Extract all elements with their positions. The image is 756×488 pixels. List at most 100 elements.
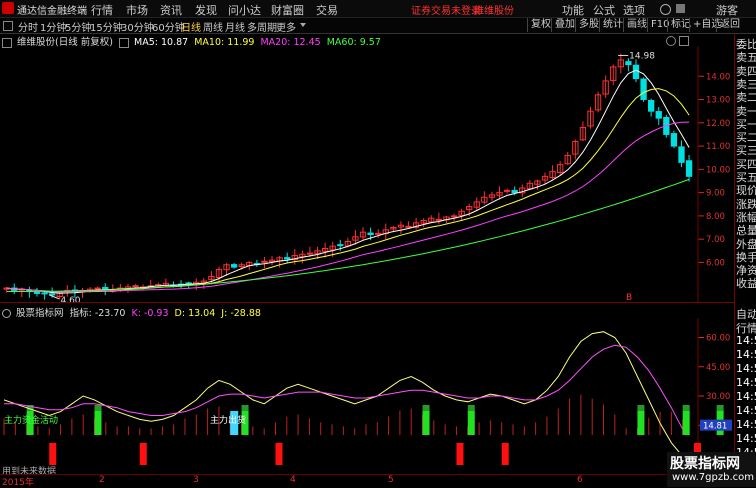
back-button[interactable]: 返回 <box>716 18 743 32</box>
buy-signal-bar <box>94 411 102 435</box>
candle <box>132 285 139 288</box>
app-logo-icon <box>2 2 14 14</box>
menu-shichang[interactable]: 市场 <box>126 2 148 18</box>
tab-15min[interactable]: 15分钟 <box>90 19 123 34</box>
x-tick: 2015年 <box>2 478 34 488</box>
tab-multi[interactable]: 多周期 <box>247 19 277 34</box>
y-tick-label: 10.00 <box>706 165 730 175</box>
y-tick-label: 30.00 <box>706 392 730 402</box>
tab-30min[interactable]: 30分钟 <box>121 19 154 34</box>
watermark-url: www.7gpzb.com <box>672 472 754 483</box>
tab-monthly[interactable]: 月线 <box>225 19 245 34</box>
x-tick: 6 <box>577 475 583 485</box>
app-title: 通达信金融终端 <box>17 6 87 17</box>
candle <box>655 111 662 119</box>
candle <box>102 286 109 290</box>
signal-tag <box>716 405 724 411</box>
tab-60min[interactable]: 60分钟 <box>152 19 185 34</box>
y-tick-label: 8.00 <box>706 212 725 222</box>
candle <box>435 218 443 221</box>
tab-weekly[interactable]: 周线 <box>203 19 223 34</box>
buy-signal-bar <box>682 411 690 435</box>
y-tick-label: 11.00 <box>706 142 730 152</box>
candle <box>367 232 374 236</box>
tab-more[interactable]: 更多 <box>276 19 296 34</box>
candlestick-chart[interactable]: 14.00 13.00 12.00 11.00 10.00 9.00 8.00 7.00 6.0… <box>0 46 734 302</box>
indicator-toggle-icon[interactable] <box>2 309 11 318</box>
candle <box>306 252 314 255</box>
tab-daily[interactable]: 日线 <box>181 19 201 34</box>
user-icon[interactable] <box>660 4 671 15</box>
quote-field-18[interactable]: 收益 <box>736 275 756 291</box>
chart-option-icon[interactable] <box>666 36 676 46</box>
menu-caifuquan[interactable]: 财富圈 <box>271 2 304 18</box>
candle <box>625 61 632 66</box>
sell-signal-bar <box>49 443 57 465</box>
candle <box>640 78 647 101</box>
ma20-line <box>6 121 690 293</box>
indicator-side-item-2[interactable]: 14:5 <box>736 334 756 347</box>
ma-legend: 维维股份(日线 前复权) MA5: 10.87 MA10: 11.99 MA20… <box>0 34 381 48</box>
x-tick: 4 <box>290 475 296 485</box>
buy-signal-bar <box>637 411 645 435</box>
signal-label-b: 主力出货 <box>210 414 246 426</box>
indicator-side-item-9[interactable]: 14:5 <box>736 432 756 445</box>
tongji-button[interactable]: 统计 <box>599 18 626 32</box>
menu-gongshi[interactable]: 公式 <box>593 2 615 18</box>
menu-faxian[interactable]: 发现 <box>195 2 217 18</box>
chart-close-icon[interactable] <box>679 36 689 46</box>
indicator-side-item-6[interactable]: 14:5 <box>736 390 756 403</box>
signal-tag <box>467 405 475 411</box>
menu-gongneng[interactable]: 功能 <box>562 2 584 18</box>
signal-tag <box>637 405 645 411</box>
indicator-side-item-3[interactable]: 14:5 <box>736 348 756 361</box>
message-icon[interactable] <box>676 4 685 13</box>
candle <box>94 287 101 290</box>
signal-label-a: 主力资金活动 <box>4 414 58 426</box>
y-tick-label: 60.00 <box>706 334 730 344</box>
menu-zixun[interactable]: 资讯 <box>160 2 182 18</box>
menu-xuanxiang[interactable]: 选项 <box>623 2 645 18</box>
menu-jiaoyi[interactable]: 交易 <box>316 2 338 18</box>
fuquan-button[interactable]: 复权 <box>527 18 554 32</box>
signal-tag <box>241 405 249 411</box>
candle <box>632 64 640 80</box>
indicator-side-item-7[interactable]: 14:5 <box>736 404 756 417</box>
tab-fenshi[interactable]: 分时 <box>18 19 38 34</box>
sell-signal-bar <box>275 443 283 465</box>
sell-signal-bar <box>501 443 509 465</box>
menu-wenxiaoda[interactable]: 问小达 <box>228 2 261 18</box>
indicator-side-item-5[interactable]: 14:5 <box>736 376 756 389</box>
candle <box>648 100 655 112</box>
layout-icon[interactable] <box>3 21 13 31</box>
time-axis <box>0 474 756 488</box>
menu-hangqing[interactable]: 行情 <box>91 2 113 18</box>
login-warning[interactable]: 证券交易未登录 <box>411 2 481 17</box>
candle <box>230 264 238 268</box>
ma10-line <box>6 88 690 293</box>
guest-label[interactable]: 游客 <box>716 2 738 18</box>
trade-marker: B <box>626 293 632 302</box>
tab-5min[interactable]: 5分钟 <box>65 19 91 34</box>
signal-tag <box>682 405 690 411</box>
candle <box>450 215 458 218</box>
y-tick-label: 7.00 <box>706 235 725 245</box>
tab-1min[interactable]: 1分钟 <box>40 19 66 34</box>
duogu-button[interactable]: 多股 <box>575 18 602 32</box>
candle <box>511 189 518 194</box>
x-tick: 5 <box>388 475 394 485</box>
diejia-button[interactable]: 叠加 <box>551 18 578 32</box>
signal-tag <box>94 405 102 411</box>
indicator-side-item-8[interactable]: 14:5 <box>736 418 756 431</box>
huaxian-button[interactable]: 画线 <box>623 18 650 32</box>
candle <box>33 291 41 294</box>
stock-name-title: 维维股份 <box>474 6 514 17</box>
chevron-down-icon[interactable] <box>300 23 306 27</box>
value-tag: 14.81 <box>703 422 727 432</box>
indicator-side-item-4[interactable]: 14:5 <box>736 362 756 375</box>
buy-signal-bar <box>422 411 430 435</box>
candle <box>678 146 685 163</box>
indicator-chart[interactable]: 60.0045.0030.0015.00主力资金活动主力出货14.81 <box>0 318 734 474</box>
candle <box>405 225 412 228</box>
y-tick-label: 45.00 <box>706 363 730 373</box>
